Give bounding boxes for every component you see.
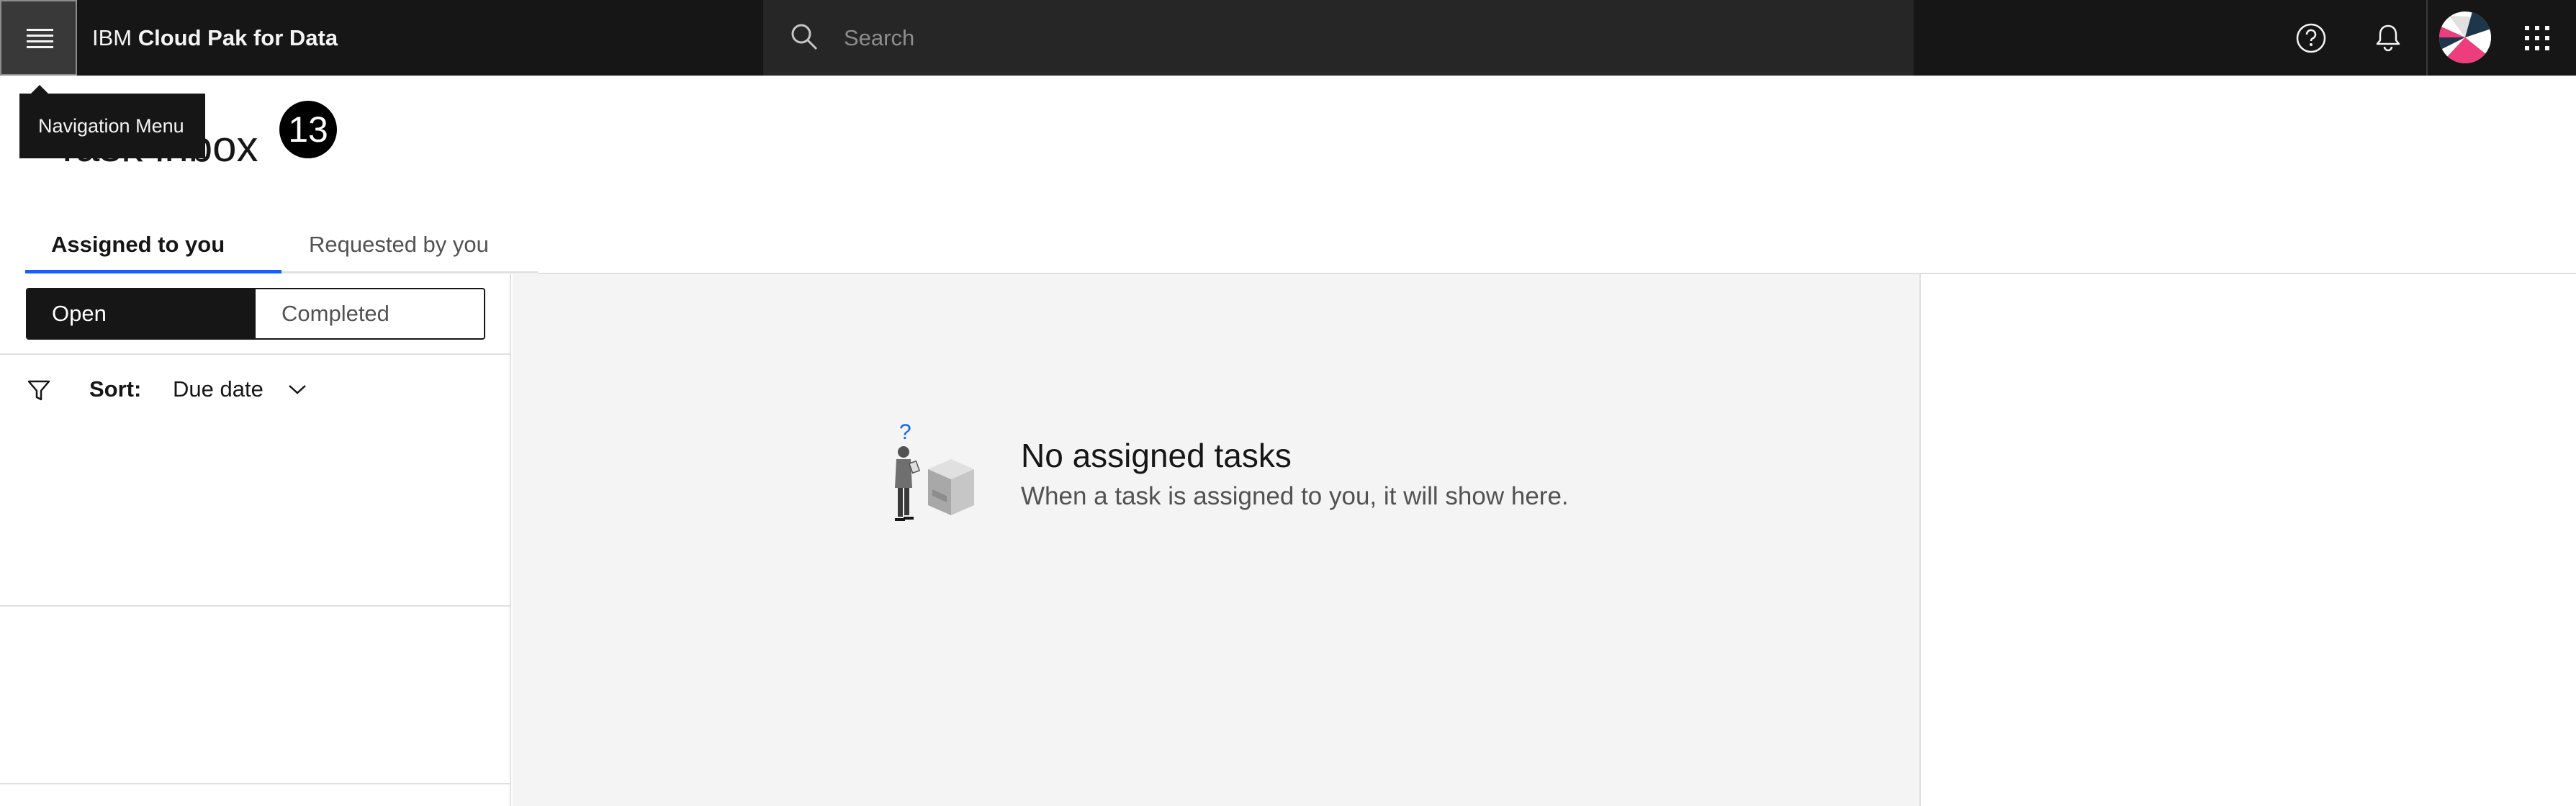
tooltip-caret [31, 85, 48, 94]
open-filter-button[interactable]: Open [27, 289, 256, 338]
app-switcher-icon [2525, 26, 2549, 50]
sort-dropdown[interactable]: Due date [173, 376, 264, 402]
empty-state-illustration: ? [895, 420, 974, 521]
divider [0, 783, 510, 784]
app-switcher-button[interactable] [2499, 0, 2576, 76]
help-icon [2296, 23, 2326, 53]
global-search[interactable] [763, 0, 1914, 76]
help-button[interactable] [2273, 0, 2350, 76]
divider [0, 605, 510, 607]
sort-label: Sort: [89, 376, 142, 402]
filter-icon[interactable] [27, 379, 51, 403]
task-tabs: Assigned to you Requested by you [25, 219, 538, 273]
task-detail-area [513, 274, 1919, 806]
empty-state-description: When a task is assigned to you, it will … [1021, 482, 1569, 510]
completed-filter-button[interactable]: Completed [256, 289, 484, 338]
step-badge: 13 [279, 101, 337, 158]
avatar[interactable] [2439, 12, 2491, 63]
svg-text:?: ? [899, 420, 911, 444]
navigation-menu-tooltip: Navigation Menu [19, 94, 205, 158]
task-list-panel: Open Completed Sort: Due date [0, 274, 511, 806]
status-switcher: Open Completed [26, 288, 485, 340]
header-divider [2426, 0, 2428, 76]
brand-name: Cloud Pak for Data [138, 25, 338, 50]
divider [1919, 274, 1921, 806]
menu-icon [27, 29, 53, 48]
notification-icon [2376, 24, 2400, 52]
product-name[interactable]: IBM Cloud Pak for Data [92, 0, 338, 76]
top-header: IBM Cloud Pak for Data [0, 0, 2576, 76]
chevron-down-icon[interactable] [287, 382, 308, 397]
brand-prefix: IBM [92, 25, 132, 50]
search-input[interactable] [844, 0, 1852, 76]
empty-state-title: No assigned tasks [1021, 437, 1292, 474]
tab-assigned-to-you[interactable]: Assigned to you [25, 219, 282, 273]
navigation-menu-button[interactable] [0, 0, 77, 76]
tab-requested-by-you[interactable]: Requested by you [282, 219, 538, 273]
notifications-button[interactable] [2350, 0, 2427, 76]
search-icon [791, 24, 818, 50]
divider [0, 353, 510, 355]
